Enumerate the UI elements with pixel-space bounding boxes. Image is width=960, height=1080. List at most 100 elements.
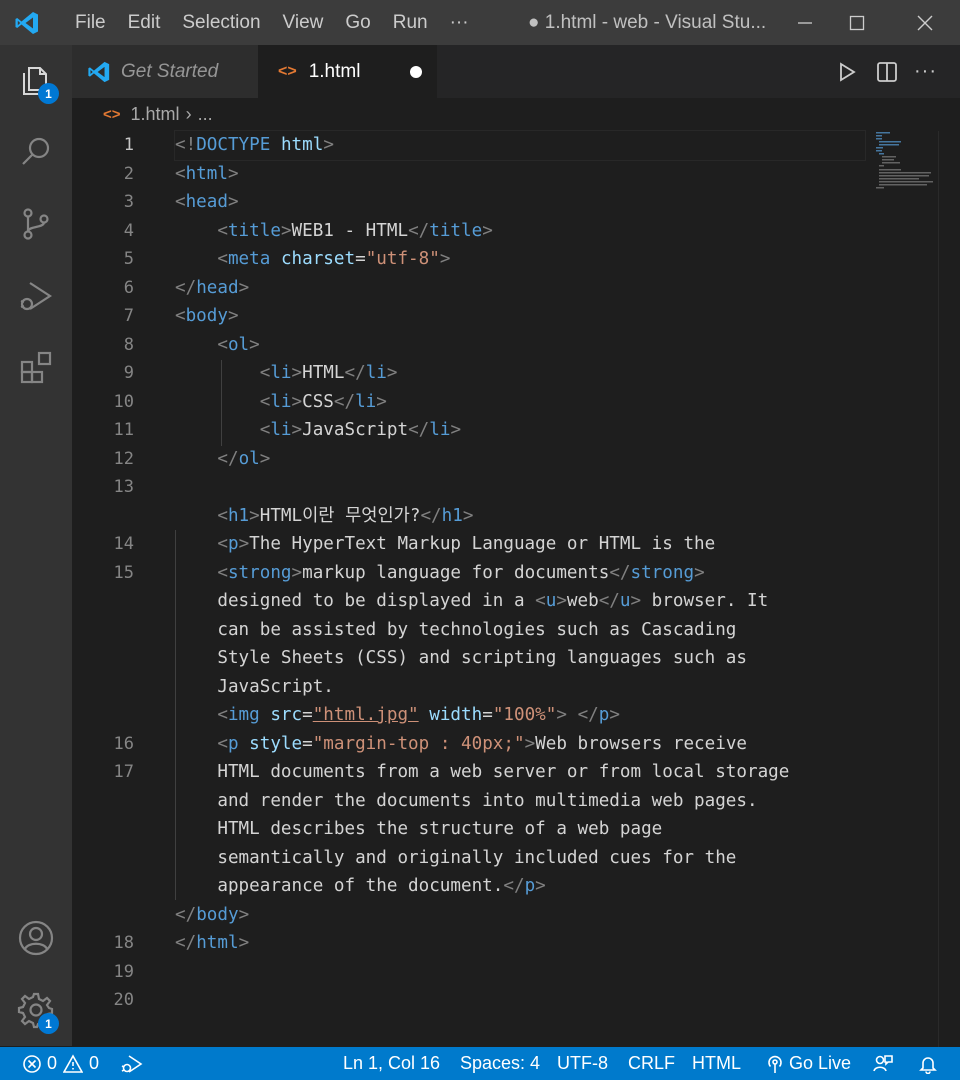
feedback-button[interactable] [872,1047,894,1080]
code-line[interactable]: designed to be displayed in a <u>web</u>… [175,587,865,616]
code-line[interactable]: <h1>HTML이란 무엇인가?</h1> [175,502,865,531]
code-punctuation: > [535,876,546,896]
menu-file[interactable]: File [64,0,117,45]
menu-edit[interactable]: Edit [117,0,172,45]
close-window-button[interactable] [900,0,950,45]
activity-manage[interactable]: 1 [0,975,72,1045]
go-live-button[interactable]: Go Live [765,1047,851,1080]
menu-view[interactable]: View [272,0,335,45]
code-text: HTML이란 무엇인가? [259,505,421,526]
code-line[interactable]: can be assisted by technologies such as … [175,616,865,645]
code-line[interactable]: <ol> [175,331,865,360]
language-mode[interactable]: HTML [692,1047,741,1080]
code-punctuation: > [323,135,334,155]
split-editor-button[interactable] [876,45,898,98]
maximize-button[interactable] [832,0,882,45]
eol-setting[interactable]: CRLF [628,1047,675,1080]
breadcrumb-symbol[interactable]: ... [198,104,213,125]
line-number: 14 [113,534,134,554]
activity-source-control[interactable] [0,189,72,259]
code-line[interactable]: semantically and originally included cue… [175,844,865,873]
code-line[interactable]: </ol> [175,445,865,474]
code-line[interactable]: <li>HTML</li> [175,359,865,388]
minimap[interactable] [873,131,935,191]
code-line[interactable]: <li>CSS</li> [175,388,865,417]
menu-run[interactable]: Run [382,0,439,45]
vertical-scrollbar[interactable] [938,131,960,1047]
code-line[interactable]: <html> [175,160,865,189]
code-line[interactable]: HTML documents from a web server or from… [175,758,865,787]
code-punctuation: < [217,534,228,554]
activity-run-debug[interactable] [0,261,72,331]
code-line[interactable]: <meta charset="utf-8"> [175,245,865,274]
indentation-setting[interactable]: Spaces: 4 [460,1047,540,1080]
code-line[interactable]: <title>WEB1 - HTML</title> [175,217,865,246]
code-punctuation: > [524,733,536,754]
account-icon [18,920,54,956]
menu-more[interactable]: ··· [439,0,480,45]
code-line[interactable]: JavaScript. [175,673,865,702]
code-tag-name: li [429,420,451,440]
code-line[interactable]: <!DOCTYPE html> [174,130,866,161]
tab-1-html[interactable]: <> 1.html [258,45,437,98]
unsaved-dot-icon[interactable] [410,66,422,78]
code-editor[interactable]: <!DOCTYPE html> <html> <head> <title>WEB1 … [174,130,866,987]
more-actions-button[interactable]: ··· [914,45,937,98]
code-tag-name: li [365,363,387,383]
line-number: 20 [113,990,134,1010]
code-line[interactable]: </head> [175,274,865,303]
line-number: 1 [123,135,134,155]
cursor-position[interactable]: Ln 1, Col 16 [343,1047,440,1080]
encoding-setting[interactable]: UTF-8 [557,1047,608,1080]
code-line[interactable]: appearance of the document.</p> [175,872,865,901]
code-line[interactable]: </html> [175,929,865,958]
code-line[interactable]: <body> [175,302,865,331]
code-line[interactable]: <strong>markup language for documents</s… [175,559,865,588]
activity-extensions[interactable] [0,333,72,403]
code-line[interactable]: <p>The HyperText Markup Language or HTML… [175,530,865,559]
code-text: appearance of the document. [175,876,504,896]
code-text: HTML documents from a web server or from… [175,762,790,782]
menu-selection[interactable]: Selection [171,0,271,45]
editor-tabs: Get Started <> 1.html ··· [72,45,960,98]
code-line[interactable] [175,473,865,502]
debug-status-button[interactable] [120,1047,144,1080]
code-line[interactable] [175,958,865,987]
source-control-icon [23,208,49,240]
code-punctuation: < [217,562,228,583]
code-line[interactable]: <p style="margin-top : 40px;">Web browse… [175,730,865,759]
code-line[interactable]: <li>JavaScript</li> [175,416,865,445]
code-line[interactable]: Style Sheets (CSS) and scripting languag… [175,644,865,673]
problems-indicator[interactable]: 0 0 [22,1047,99,1080]
code-attribute: html [280,135,324,155]
line-number: 5 [123,249,134,269]
code-line[interactable]: and render the documents into multimedia… [175,787,865,816]
tab-get-started[interactable]: Get Started [72,45,259,98]
menu-go[interactable]: Go [334,0,381,45]
window-title: ● 1.html - web - Visual Stu... [528,12,767,33]
error-count: 0 [47,1053,58,1073]
code-punctuation: > [259,448,271,469]
code-text: markup language for documents [302,562,610,583]
notifications-button[interactable] [918,1047,938,1080]
code-tag-name: meta [227,249,271,269]
code-line[interactable]: <img src="html.jpg" width="100%"> </p> [175,701,865,730]
code-punctuation: < [259,420,271,440]
code-line[interactable]: <head> [175,188,865,217]
run-button[interactable] [836,45,858,98]
minimize-button[interactable] [780,0,830,45]
code-line[interactable]: </body> [175,901,865,930]
code-string: "utf-8" [365,249,440,269]
code-line[interactable]: HTML describes the structure of a web pa… [175,815,865,844]
activity-search[interactable] [0,117,72,187]
breadcrumb-file[interactable]: 1.html [131,104,180,125]
code-punctuation: > [630,591,642,611]
line-number [72,901,172,930]
activity-accounts[interactable] [0,903,72,973]
activity-explorer[interactable]: 1 [0,45,72,115]
search-icon [22,137,50,165]
